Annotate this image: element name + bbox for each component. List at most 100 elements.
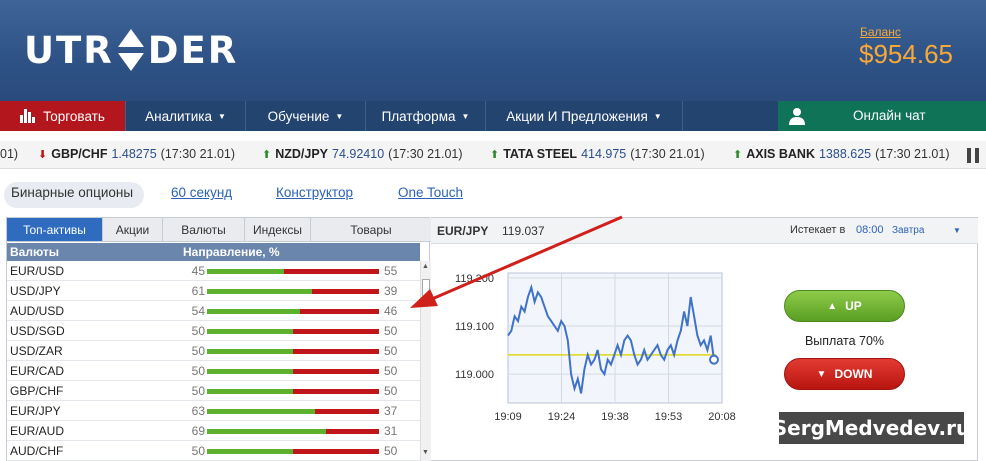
- asset-pair: USD/SGD: [10, 324, 65, 338]
- x-tick-label: 20:08: [708, 411, 736, 423]
- asset-pair: EUR/JPY: [10, 404, 61, 418]
- chart-price: 119.037: [502, 224, 545, 238]
- call-percent: 69: [191, 424, 205, 438]
- quote-ticker: 01) ⬇ GBP/CHF 1.48275 (17:30 21.01) ⬆ NZ…: [0, 141, 986, 169]
- nav-promos-label: Акции И Предложения: [506, 108, 648, 124]
- nav-promos[interactable]: Акции И Предложения ▼: [486, 101, 683, 131]
- put-percent: 37: [384, 404, 398, 418]
- asset-rows: EUR/USD 45 55 USD/JPY 61 39 AUD/USD 54 46 USD/SGD…: [7, 261, 420, 461]
- call-percent: 50: [191, 344, 205, 358]
- current-price-point: [709, 354, 719, 365]
- nav-analytics[interactable]: Аналитика ▼: [126, 101, 246, 131]
- header: UTR DER Баланс $954.65: [0, 0, 986, 101]
- asset-pair: AUD/CHF: [10, 444, 64, 458]
- call-percent: 50: [191, 364, 205, 378]
- tab-binary-options[interactable]: Бинарные опционы: [11, 185, 133, 207]
- asset-tabs: Топ-активы Акции Валюты Индексы Товары: [7, 218, 431, 242]
- column-direction: Направление, %: [183, 245, 280, 259]
- nav-education[interactable]: Обучение ▼: [246, 101, 366, 131]
- nav-trade-label: Торговать: [43, 108, 105, 124]
- tab-currencies[interactable]: Валюты: [163, 218, 245, 242]
- nav-chat-label: Онлайн чат: [853, 108, 926, 123]
- tab-builder[interactable]: Конструктор: [276, 185, 353, 207]
- direction-bar-call: [207, 329, 293, 334]
- scroll-down-icon[interactable]: ▼: [422, 449, 429, 456]
- triangle-down-icon: ▼: [816, 368, 827, 380]
- call-percent: 50: [191, 324, 205, 338]
- table-row[interactable]: EUR/USD 45 55: [7, 261, 420, 281]
- watermark: SergMedvedev.ru: [773, 412, 970, 444]
- x-tick-label: 19:38: [601, 411, 629, 423]
- caret-down-icon: ▼: [217, 111, 226, 121]
- ticker-item: 01): [0, 147, 18, 161]
- asset-pair: AUD/USD: [10, 304, 65, 318]
- users-icon: [788, 107, 806, 128]
- ticker-symbol: AXIS BANK: [746, 147, 815, 161]
- table-row[interactable]: AUD/CHF 50 50: [7, 441, 420, 461]
- triangle-up-icon: ▲: [827, 300, 838, 312]
- arrow-up-icon: ⬆: [490, 148, 500, 161]
- scrollbar[interactable]: ▲ ▼: [420, 261, 431, 461]
- nav-trade[interactable]: Торговать: [0, 101, 126, 131]
- table-row[interactable]: USD/SGD 50 50: [7, 321, 420, 341]
- down-button[interactable]: ▼ DOWN: [784, 358, 905, 390]
- asset-pair: EUR/CAD: [10, 364, 65, 378]
- y-tick-label: 119.200: [455, 273, 494, 285]
- asset-pair: USD/ZAR: [10, 344, 63, 358]
- table-row[interactable]: AUD/USD 54 46: [7, 301, 420, 321]
- logo-text-right: DER: [147, 28, 239, 72]
- direction-bar-call: [207, 409, 316, 414]
- direction-bar: [207, 389, 379, 394]
- direction-bar: [207, 329, 379, 334]
- put-percent: 50: [384, 364, 398, 378]
- expires-time[interactable]: 08:00: [856, 224, 884, 236]
- asset-pair: EUR/USD: [10, 264, 65, 278]
- table-row[interactable]: EUR/AUD 69 31: [7, 421, 420, 441]
- payout-text: Выплата 70%: [804, 334, 885, 348]
- direction-bar-call: [207, 349, 293, 354]
- table-row[interactable]: EUR/JPY 63 37: [7, 401, 420, 421]
- nav-platform-label: Платформа: [381, 108, 456, 124]
- logo[interactable]: UTR DER: [24, 28, 239, 72]
- ticker-item: ⬆ TATA STEEL 414.975 (17:30 21.01): [490, 147, 705, 161]
- table-row[interactable]: GBP/CHF 50 50: [7, 381, 420, 401]
- tab-commodities[interactable]: Товары: [311, 218, 431, 242]
- ticker-pause-button[interactable]: [961, 146, 986, 164]
- call-percent: 63: [191, 404, 205, 418]
- nav-platform[interactable]: Платформа ▼: [366, 101, 486, 131]
- tab-top-assets[interactable]: Топ-активы: [7, 218, 103, 242]
- expiry-dropdown-icon[interactable]: ▼: [953, 226, 961, 235]
- call-percent: 50: [191, 444, 205, 458]
- expires-day[interactable]: Завтра: [892, 225, 924, 236]
- table-row[interactable]: USD/ZAR 50 50: [7, 341, 420, 361]
- up-button[interactable]: ▲ UP: [784, 290, 905, 322]
- table-row[interactable]: EUR/CAD 50 50: [7, 361, 420, 381]
- ticker-time: (17:30 21.01): [388, 147, 463, 161]
- main-nav: Торговать Аналитика ▼ Обучение ▼ Платформа…: [0, 101, 986, 131]
- nav-chat[interactable]: Онлайн чат: [778, 101, 986, 131]
- direction-bar: [207, 309, 379, 314]
- tab-one-touch[interactable]: One Touch: [398, 185, 463, 207]
- ticker-time: (17:30 21.01): [875, 147, 950, 161]
- tab-indices[interactable]: Индексы: [245, 218, 311, 242]
- column-asset: Валюты: [10, 245, 60, 259]
- pause-icon: [967, 148, 981, 163]
- chart-symbol: EUR/JPY: [437, 224, 489, 238]
- scroll-thumb[interactable]: [422, 279, 430, 305]
- put-percent: 50: [384, 384, 398, 398]
- balance-link[interactable]: Баланс: [860, 25, 901, 39]
- scroll-up-icon[interactable]: ▲: [422, 263, 429, 270]
- tab-stocks[interactable]: Акции: [103, 218, 163, 242]
- asset-pair: GBP/CHF: [10, 384, 64, 398]
- direction-bar-call: [207, 309, 300, 314]
- direction-bar-call: [207, 289, 312, 294]
- ticker-item: ⬇ GBP/CHF 1.48275 (17:30 21.01): [38, 147, 235, 161]
- ticker-value: 74.92410: [332, 147, 385, 161]
- bar-chart-icon: [20, 109, 36, 123]
- table-row[interactable]: USD/JPY 61 39: [7, 281, 420, 301]
- nav-education-label: Обучение: [267, 108, 330, 124]
- put-percent: 50: [384, 444, 398, 458]
- ticker-time: 01): [0, 147, 19, 161]
- put-percent: 55: [384, 264, 398, 278]
- tab-60-seconds[interactable]: 60 секунд: [171, 185, 232, 207]
